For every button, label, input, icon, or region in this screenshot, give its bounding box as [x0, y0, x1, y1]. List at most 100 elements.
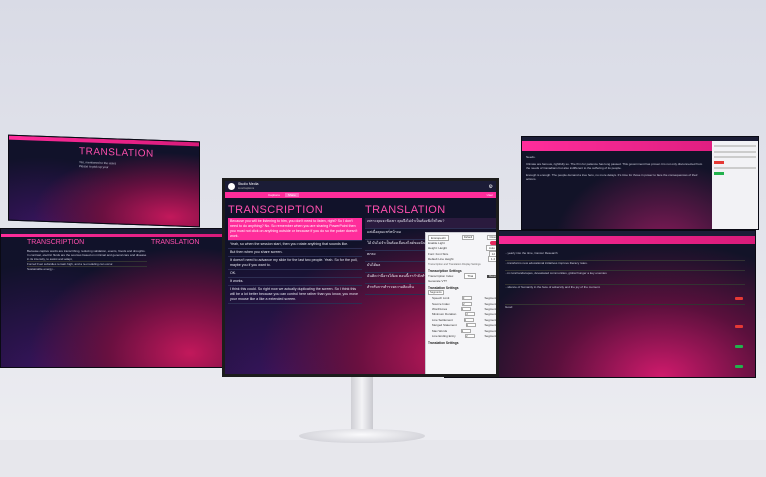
caption-area: TRANSCRIPTION Because you will be listen… — [225, 203, 496, 374]
setting-label: Transcription and Translation Display Se… — [428, 263, 481, 267]
segment-label: Speech Limit — [432, 296, 450, 301]
app-header: Studio Media LiveCaptions ⚙ — [225, 181, 496, 192]
segment-label: Minimum Duration — [432, 312, 457, 317]
list-item: ...silence of humanity in the face of ad… — [505, 285, 745, 305]
segments-unit-label: Segments — [484, 317, 498, 322]
setting-label: Enable Light — [428, 241, 445, 246]
list-item: ...in rural landscapes, devastated commu… — [505, 271, 745, 285]
list-item: ...yearly into the time, Cancer Research — [505, 251, 745, 261]
translation-title: TRANSLATION — [365, 204, 446, 216]
segment-row: Speech Limit 3 Segments — [428, 296, 498, 301]
language-select[interactable]: Ensiopeshi — [428, 234, 449, 241]
transcription-line[interactable]: OK. — [228, 270, 362, 278]
transcription-line[interactable]: But then when you share screen. — [228, 249, 362, 257]
tab-share[interactable]: Share — [284, 193, 299, 197]
segment-row: Line Ending Entry 2 Segments — [428, 333, 498, 338]
background-monitor-left-bottom: TRANSCRIPTION TRANSLATION Because captiv… — [0, 228, 224, 368]
brand-subtitle: LiveCaptions — [238, 185, 255, 190]
setting-row: Generate VTT — [428, 279, 496, 284]
transcription-language-select[interactable]: Thai — [464, 273, 477, 280]
transcription-column: TRANSCRIPTION Because you will be listen… — [228, 203, 362, 374]
monitor-stand-neck — [351, 377, 373, 433]
row-actions — [735, 335, 743, 353]
segment-value-input[interactable]: 2 — [462, 301, 473, 306]
line-height-select[interactable]: 1.4 — [487, 256, 496, 263]
translation-settings-footer: Translation Settings — [428, 340, 459, 345]
segments-unit-label: Segments — [484, 301, 498, 306]
segments-unit-label: Segments — [484, 306, 498, 311]
segment-value-input[interactable]: 2 — [465, 323, 476, 328]
translation-title: TRANSLATION — [151, 239, 200, 246]
segment-label: Line Ending Entry — [432, 333, 456, 338]
segment-value-input[interactable]: 3 — [461, 296, 472, 301]
app-logo-icon — [228, 183, 235, 190]
list-item: Enough is enough. The people demand a tr… — [526, 173, 698, 181]
translation-line[interactable]: เพราะคุณจะฟังเขา คุณจึงไม่จำเป็นต้องฟังใ… — [365, 218, 496, 229]
transcription-list: Because captive words are transcribing, … — [27, 249, 147, 271]
segment-value-input[interactable]: 2 — [460, 306, 471, 311]
text-list: Needs. Climate are famous, rightfully so… — [526, 155, 706, 181]
segments-unit-label: Segments — [484, 333, 498, 338]
reset-button[interactable]: Reset — [487, 274, 496, 278]
segment-label: Word/Lines — [432, 306, 448, 311]
top-bar — [9, 135, 199, 147]
segment-label: Max Words — [432, 328, 448, 333]
segment-row: Max Words 2 Segments — [428, 328, 498, 333]
segment-value-input[interactable]: 2 — [465, 333, 476, 338]
delete-chip[interactable] — [735, 297, 743, 300]
user-label[interactable]: User — [484, 193, 496, 197]
tab-captions[interactable]: Captions — [265, 193, 283, 197]
segment-value-input[interactable]: 2 — [465, 312, 476, 317]
segment-value-input[interactable]: 2 — [460, 328, 471, 333]
segment-rows: Speech Limit 3 Segments Source Index 2 Segmen… — [428, 296, 498, 339]
setting-label: Transcription Index — [428, 274, 454, 279]
transcription-line[interactable]: It doesn't need to advance my slide for … — [228, 257, 362, 270]
segments-unit-label: Segments — [484, 312, 498, 317]
setting-label: Font: Font Size — [428, 251, 449, 256]
transcription-line[interactable]: Because you will be listening to him, yo… — [228, 218, 362, 241]
settings-popup: Ensiopeshi Default Close Enable Light He… — [425, 232, 498, 374]
segment-row: Source Index 2 Segments — [428, 301, 498, 306]
gear-icon[interactable]: ⚙ — [489, 184, 493, 190]
setting-label: Height: Height — [428, 246, 448, 251]
default-button[interactable]: Default — [461, 235, 475, 241]
background-monitor-right-top: Needs. Climate are famous, rightfully so… — [521, 136, 759, 230]
list-item: Because captive words are transcribing, … — [27, 249, 147, 262]
approve-chip[interactable] — [735, 365, 743, 368]
floor — [0, 440, 766, 477]
settings-panel — [712, 141, 758, 229]
segment-label: Line Settlement — [432, 317, 453, 322]
translation-title: TRANSLATION — [79, 146, 154, 160]
row-actions — [735, 315, 743, 333]
segments-button[interactable]: Segments — [428, 290, 444, 296]
transcription-line[interactable]: I think this could. So right now we actu… — [228, 286, 362, 304]
monitor-stand-base — [299, 429, 425, 443]
list-item: Climate are famous, rightfully so. The f… — [526, 162, 703, 170]
enable-light-toggle[interactable] — [490, 241, 496, 246]
row-actions — [735, 287, 743, 305]
setting-row: Transcription and Translation Display Se… — [428, 262, 496, 267]
text-list: ...yearly into the time, Cancer Research… — [505, 251, 745, 315]
row-actions — [735, 355, 743, 373]
popup-header: Ensiopeshi Default Close — [428, 234, 496, 241]
main-monitor: Studio Media LiveCaptions ⚙ Captions Sha… — [222, 178, 499, 377]
delete-chip[interactable] — [735, 325, 743, 328]
segments-unit-label: Segments — [484, 296, 498, 301]
brand: Studio Media LiveCaptions — [238, 182, 258, 190]
segments-unit-label: Segments — [484, 328, 498, 333]
setting-label: Generate VTT — [428, 279, 448, 284]
translation-list: Yes, mentioned to the users Please to pi… — [79, 160, 195, 172]
transcription-line[interactable]: It works. — [228, 278, 362, 286]
close-button[interactable]: Close — [487, 235, 496, 241]
list-item: Needs. — [526, 155, 536, 159]
setting-label: Default Line Height — [428, 257, 454, 262]
segment-row: Line Settlement 2 Segments — [428, 317, 498, 322]
segment-value-input[interactable]: 2 — [463, 317, 474, 322]
transcription-line[interactable]: Yeah, so when the session start, then yo… — [228, 241, 362, 249]
background-monitor-left-top: TRANSLATION Yes, mentioned to the users … — [8, 134, 200, 228]
list-item: Sustainable energy... — [27, 267, 55, 271]
segment-label: Merged Statement — [432, 323, 457, 328]
approve-chip[interactable] — [735, 345, 743, 348]
list-item: ...transforms new educational initiative… — [505, 261, 745, 271]
list-item: Good — [505, 305, 513, 309]
